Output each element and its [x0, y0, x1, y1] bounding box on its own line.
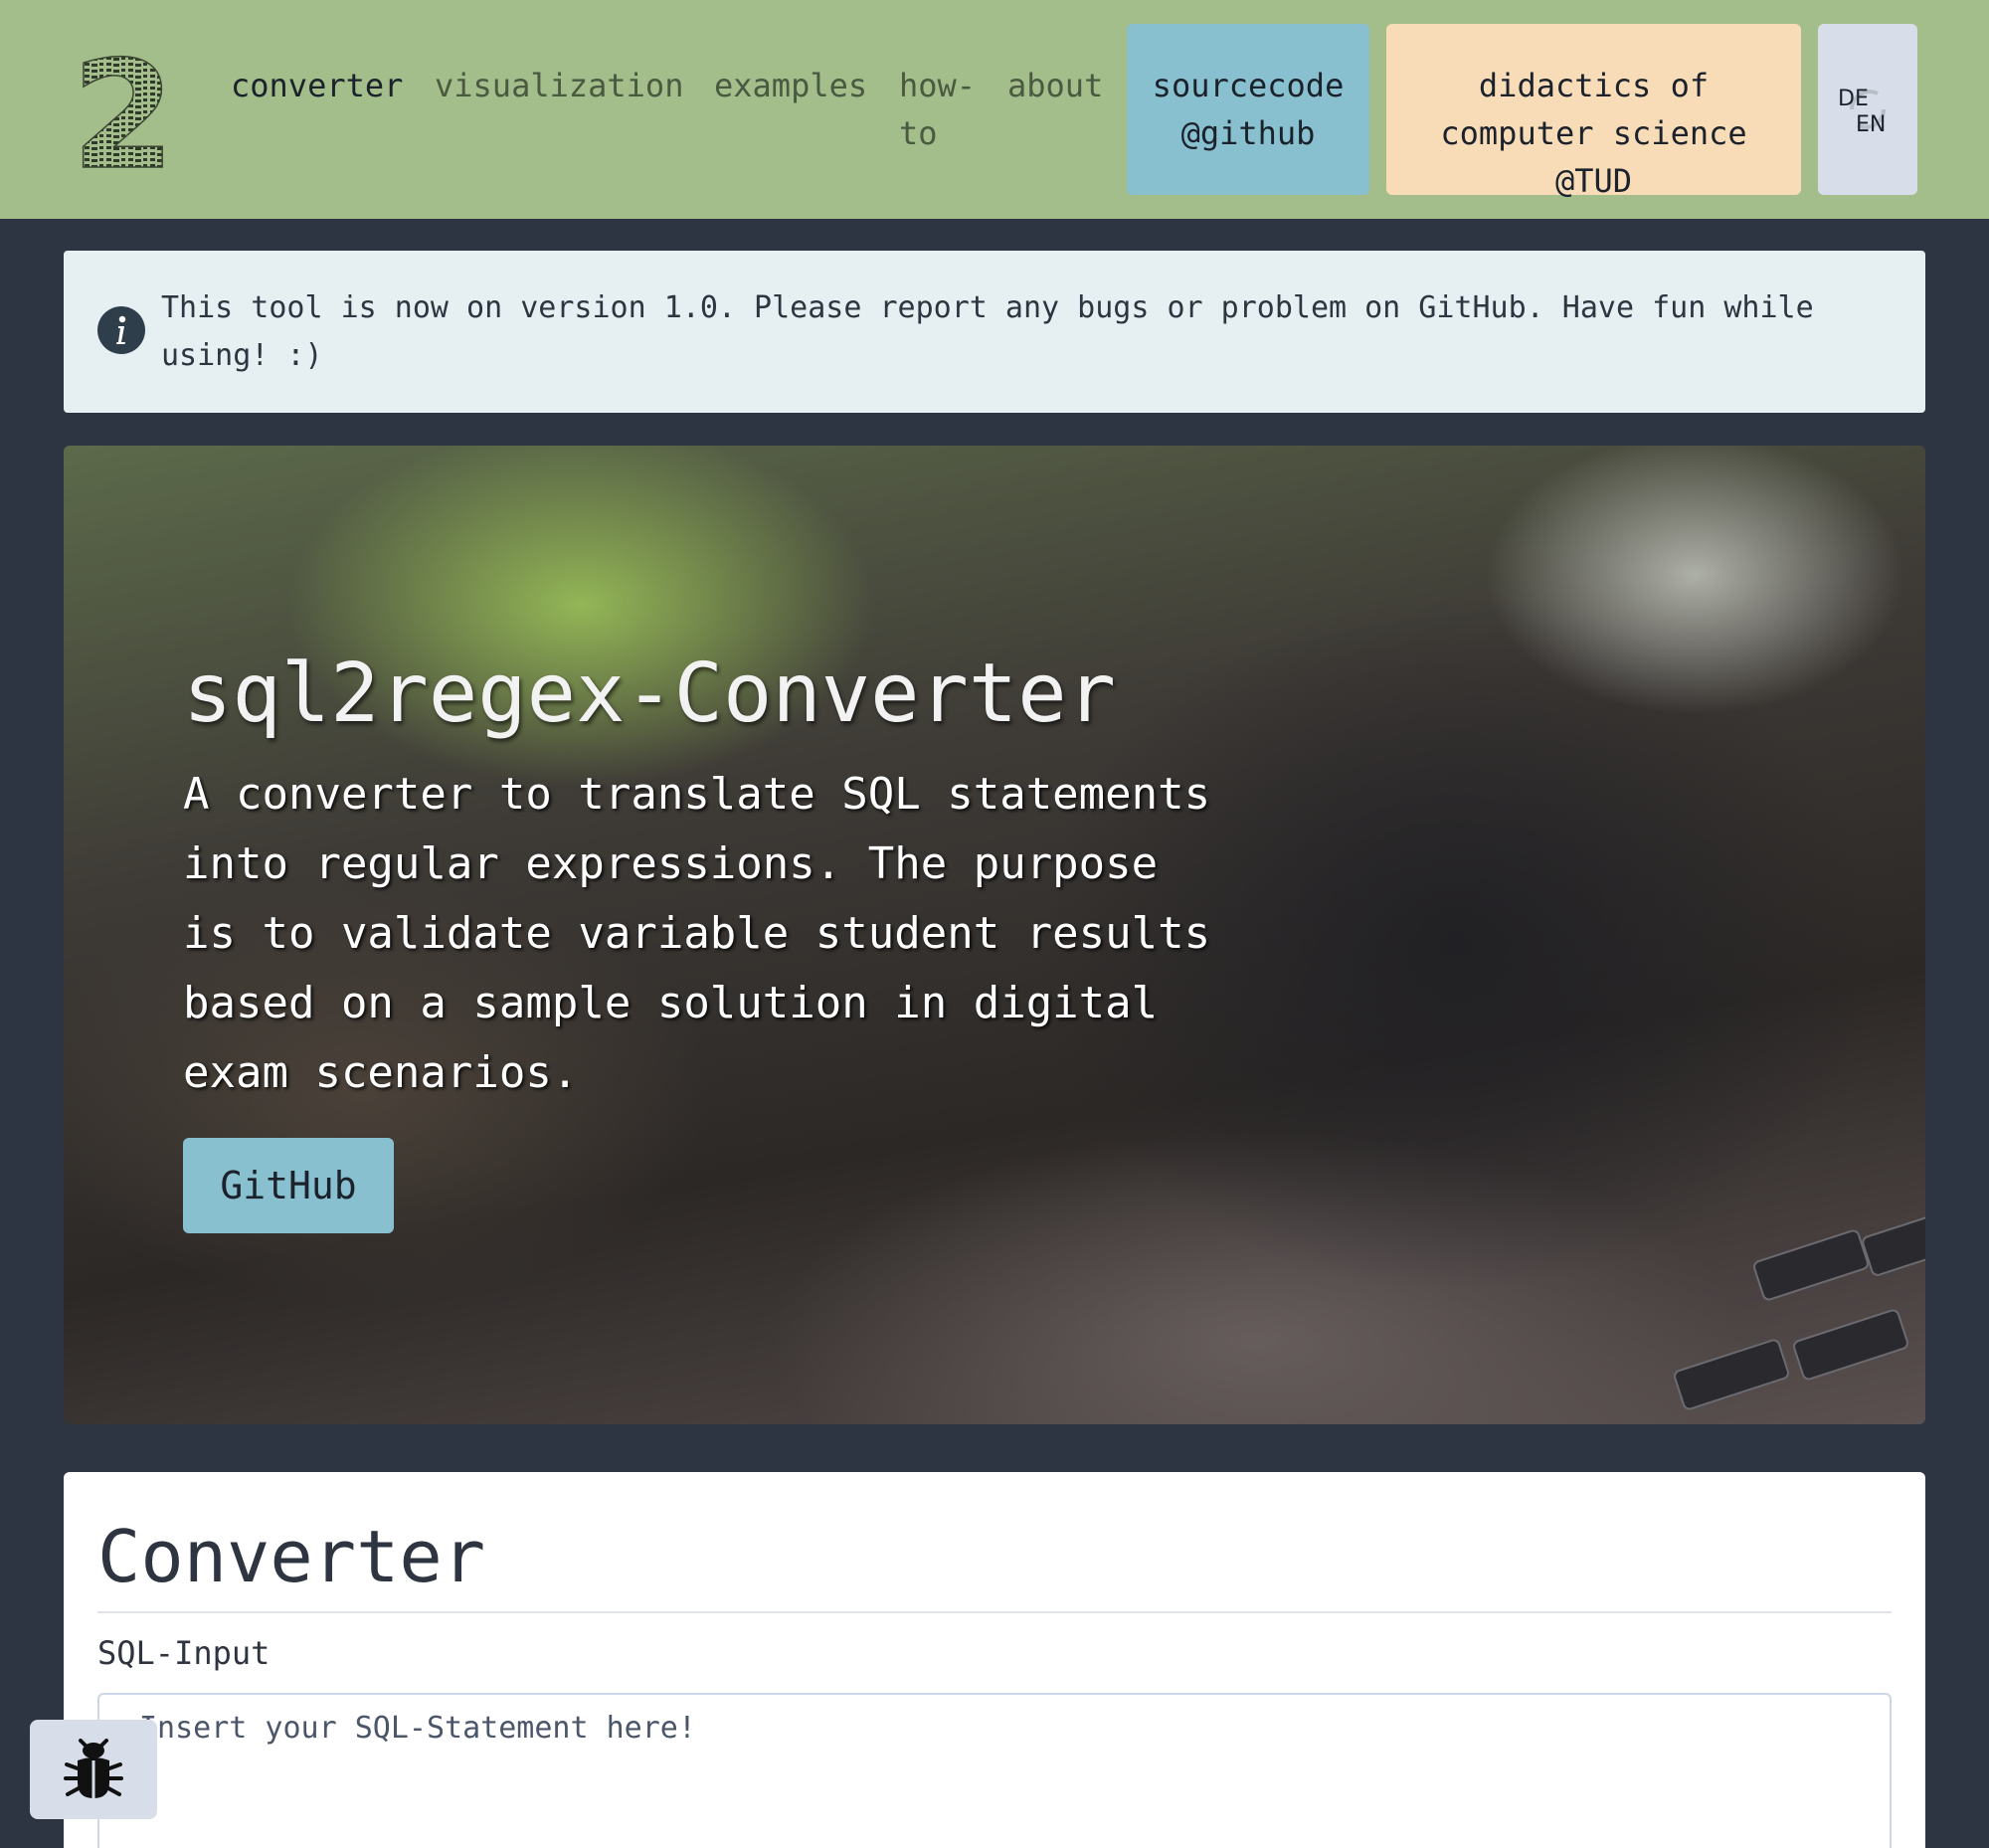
- github-button[interactable]: GitHub: [183, 1138, 394, 1233]
- converter-card: Converter SQL-Input: [64, 1472, 1925, 1848]
- alert-message: This tool is now on version 1.0. Please …: [161, 290, 1814, 373]
- logo-icon[interactable]: 2: [62, 50, 185, 173]
- language-toggle-button[interactable]: DE EN: [1818, 24, 1917, 195]
- nav-about[interactable]: about: [1007, 62, 1103, 109]
- sql-input-label: SQL-Input: [97, 1634, 271, 1672]
- nav-visualization[interactable]: visualization: [435, 62, 683, 109]
- svg-text:2: 2: [72, 50, 175, 173]
- nav-examples[interactable]: examples: [714, 62, 867, 109]
- bug-icon: [64, 1739, 123, 1798]
- keyboard-background-image: [1674, 1214, 1925, 1410]
- nav-converter[interactable]: converter: [231, 62, 403, 109]
- nav-how-to[interactable]: how-to: [899, 62, 989, 157]
- sourcecode-github-label: sourcecode @github: [1152, 67, 1345, 152]
- hero-banner: sql2regex-Converter A converter to trans…: [64, 446, 1925, 1424]
- didactics-tud-label: didactics of computer science @TUD: [1440, 67, 1747, 200]
- divider: [97, 1611, 1892, 1613]
- lang-de-label: DE: [1838, 87, 1869, 111]
- hero-title: sql2regex-Converter: [183, 647, 1116, 741]
- converter-title: Converter: [97, 1515, 486, 1598]
- sql-input-field[interactable]: [97, 1693, 1892, 1848]
- hero-description: A converter to translate SQL statements …: [183, 769, 1211, 1098]
- lang-en-label: EN: [1856, 112, 1887, 137]
- top-navbar: 2 converter visualization examples how-t…: [0, 0, 1989, 219]
- info-alert: This tool is now on version 1.0. Please …: [64, 251, 1925, 413]
- bug-report-button[interactable]: [30, 1720, 157, 1819]
- info-icon: [97, 306, 145, 354]
- sourcecode-github-button[interactable]: sourcecode @github: [1127, 24, 1369, 195]
- didactics-tud-button[interactable]: didactics of computer science @TUD: [1386, 24, 1801, 200]
